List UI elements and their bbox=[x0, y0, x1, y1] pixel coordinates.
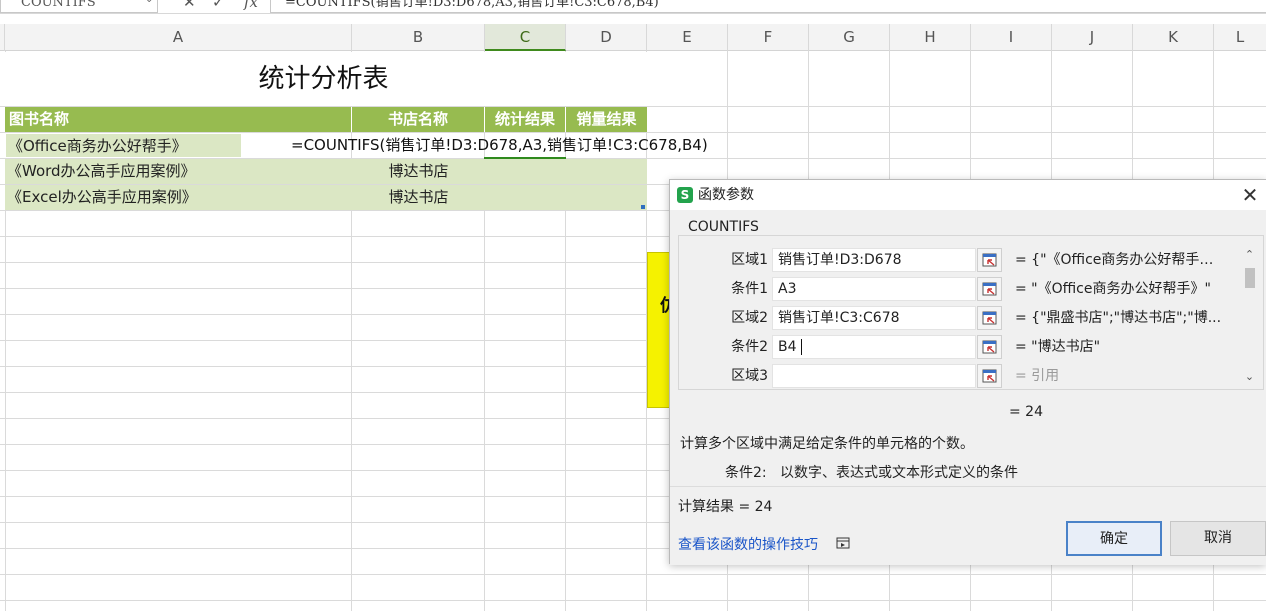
close-icon[interactable]: ✕ bbox=[183, 0, 196, 11]
formula-bar: COUNTIFS ⌄ ✕ ✓ fx =COUNTIFS(销售订单!D3:D678… bbox=[0, 0, 1266, 14]
arg-label-criteria2: 条件2 bbox=[731, 339, 768, 355]
select-range-icon bbox=[982, 282, 997, 296]
dialog-body: COUNTIFS 区域1 销售订单!D3:D678 = {"《Office商务办… bbox=[670, 210, 1266, 565]
arg-label-range3: 区域3 bbox=[731, 368, 768, 384]
select-range-icon bbox=[982, 340, 997, 354]
column-header-h[interactable]: H bbox=[890, 24, 971, 51]
arg-input-criteria2[interactable]: B4 bbox=[772, 335, 976, 359]
arg-result-criteria1: = "《Office商务办公好帮手》" bbox=[1015, 281, 1211, 297]
column-header-c[interactable]: C bbox=[485, 24, 566, 51]
dialog-titlebar[interactable]: S 函数参数 ✕ bbox=[670, 180, 1266, 210]
arg-result-range3: = 引用 bbox=[1015, 368, 1060, 384]
calc-result: 计算结果 = 24 bbox=[678, 499, 773, 515]
arg-input-criteria1[interactable]: A3 bbox=[772, 277, 976, 301]
column-header-a[interactable]: A bbox=[5, 24, 352, 51]
arg-result-criteria2: = "博达书店" bbox=[1015, 339, 1101, 355]
check-icon[interactable]: ✓ bbox=[212, 0, 225, 11]
editing-cell-a3[interactable]: 《Office商务办公好帮手》 bbox=[5, 133, 242, 158]
name-box[interactable]: COUNTIFS bbox=[0, 0, 158, 13]
help-link[interactable]: 查看该函数的操作技巧 bbox=[678, 534, 818, 554]
column-header-i[interactable]: I bbox=[971, 24, 1052, 51]
book-name-cell[interactable]: 《Word办公高手应用案例》 bbox=[7, 159, 196, 184]
store-name-cell[interactable]: 博达书店 bbox=[352, 185, 485, 210]
arg-input-range1[interactable]: 销售订单!D3:D678 bbox=[772, 248, 976, 272]
header-book-name[interactable]: 图书名称 bbox=[5, 107, 352, 132]
header-store-name[interactable]: 书店名称 bbox=[352, 107, 485, 132]
formula-result: = 24 bbox=[1009, 404, 1043, 420]
arg-result-range1: = {"《Office商务办公好帮手》"... bbox=[1015, 252, 1227, 268]
book-name-cell[interactable]: 《Excel办公高手应用案例》 bbox=[7, 185, 197, 210]
arg-input-range2[interactable]: 销售订单!C3:C678 bbox=[772, 306, 976, 330]
ok-button[interactable]: 确定 bbox=[1066, 521, 1162, 556]
column-header-g[interactable]: G bbox=[809, 24, 890, 51]
in-cell-formula[interactable]: =COUNTIFS(销售订单!D3:D678,A3,销售订单!C3:C678,B… bbox=[291, 133, 708, 158]
collapse-dialog-button[interactable] bbox=[977, 277, 1002, 301]
select-range-icon bbox=[982, 369, 997, 383]
column-header-d[interactable]: D bbox=[566, 24, 647, 51]
collapse-dialog-button[interactable] bbox=[977, 364, 1002, 388]
collapse-dialog-button[interactable] bbox=[977, 306, 1002, 330]
arg-result-range2: = {"鼎盛书店";"博达书店";"博... bbox=[1015, 310, 1222, 326]
arg-description-label: 条件2: bbox=[725, 465, 767, 481]
header-count-result[interactable]: 统计结果 bbox=[485, 107, 566, 132]
fill-handle[interactable] bbox=[641, 205, 645, 209]
function-name: COUNTIFS bbox=[688, 219, 759, 235]
column-header-e[interactable]: E bbox=[647, 24, 728, 51]
column-header-b[interactable]: B bbox=[352, 24, 485, 51]
wps-sheet-logo-icon: S bbox=[677, 187, 693, 203]
sheet-title[interactable]: 统计分析表 bbox=[0, 52, 647, 106]
close-icon[interactable]: ✕ bbox=[1238, 180, 1262, 210]
scroll-down-icon[interactable]: ⌄ bbox=[1242, 370, 1257, 384]
help-video-icon[interactable] bbox=[836, 536, 850, 554]
arg-description: 以数字、表达式或文本形式定义的条件 bbox=[780, 465, 1018, 481]
arg-label-criteria1: 条件1 bbox=[731, 281, 768, 297]
scroll-up-icon[interactable]: ⌃ bbox=[1242, 248, 1257, 262]
book-name-cell: 《Office商务办公好帮手》 bbox=[8, 137, 187, 155]
arg-label-range2: 区域2 bbox=[731, 310, 768, 326]
text-cursor bbox=[801, 339, 802, 355]
chevron-down-icon[interactable]: ⌄ bbox=[145, 0, 153, 5]
function-arguments-dialog: S 函数参数 ✕ COUNTIFS 区域1 销售订单!D3:D678 = {"《… bbox=[669, 179, 1266, 565]
column-header-j[interactable]: J bbox=[1052, 24, 1133, 51]
arg-label-range1: 区域1 bbox=[731, 252, 768, 268]
scroll-thumb[interactable] bbox=[1245, 268, 1255, 288]
select-range-icon bbox=[982, 253, 997, 267]
dialog-title: 函数参数 bbox=[698, 187, 754, 203]
fx-icon[interactable]: fx bbox=[244, 0, 258, 11]
column-header: A B C D E F G H I J K L bbox=[0, 24, 1266, 51]
cancel-button[interactable]: 取消 bbox=[1170, 521, 1266, 556]
column-header-f[interactable]: F bbox=[728, 24, 809, 51]
column-header-k[interactable]: K bbox=[1133, 24, 1214, 51]
collapse-dialog-button[interactable] bbox=[977, 248, 1002, 272]
formula-input[interactable]: =COUNTIFS(销售订单!D3:D678,A3,销售订单!C3:C678,B… bbox=[270, 0, 1266, 13]
divider bbox=[670, 486, 1266, 487]
header-sales-result[interactable]: 销量结果 bbox=[566, 107, 647, 132]
select-range-icon bbox=[982, 311, 997, 325]
collapse-dialog-button[interactable] bbox=[977, 335, 1002, 359]
store-name-cell[interactable]: 博达书店 bbox=[352, 159, 485, 184]
column-header-l[interactable]: L bbox=[1214, 24, 1266, 51]
arg-input-range3[interactable] bbox=[772, 364, 976, 388]
function-description: 计算多个区域中满足给定条件的单元格的个数。 bbox=[680, 436, 974, 452]
